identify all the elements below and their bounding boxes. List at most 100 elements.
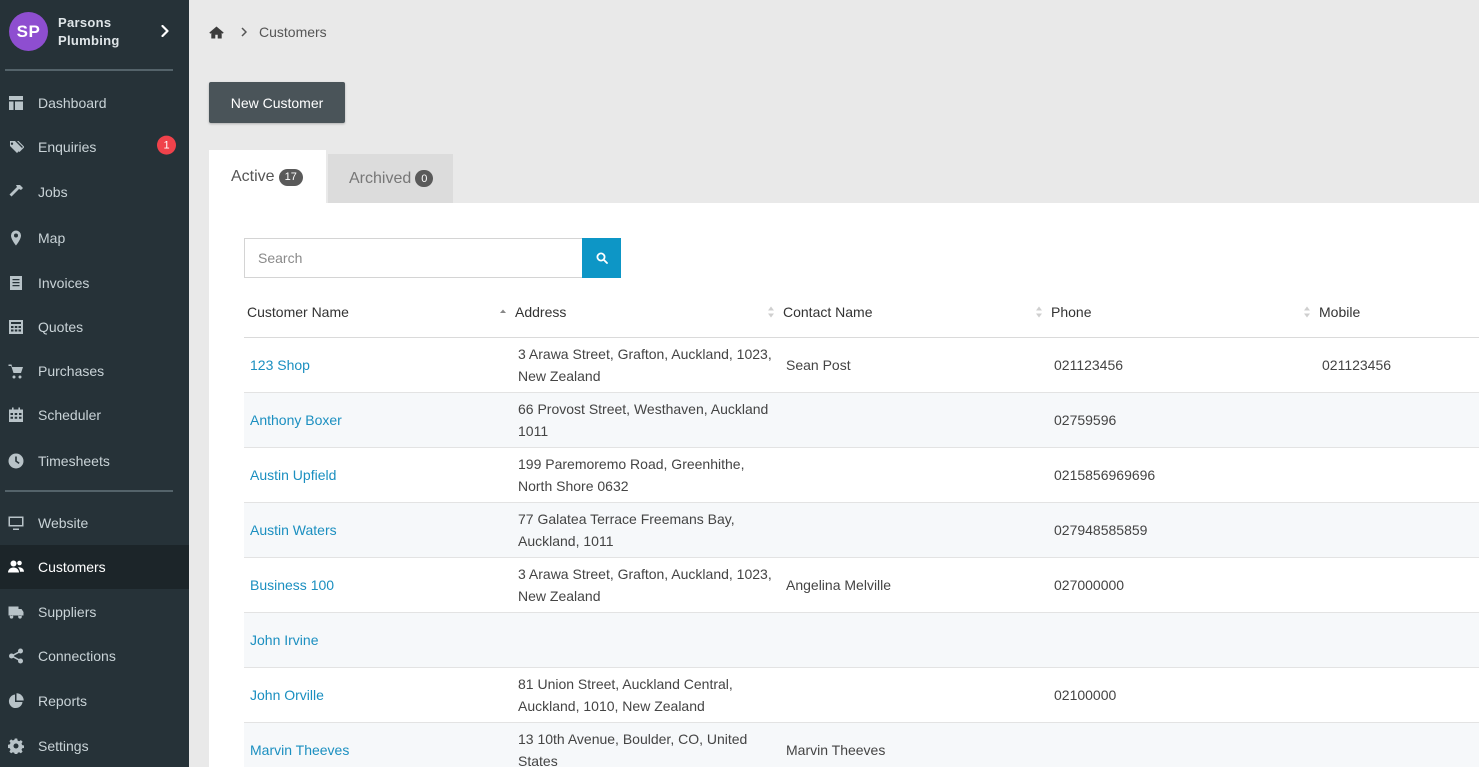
dashboard-icon [8,95,24,111]
sort-icon[interactable] [767,305,775,319]
tab-count-badge: 17 [278,168,303,186]
tab-active[interactable]: Active 17 [209,150,326,204]
sidebar-item-map[interactable]: Map [0,216,189,260]
breadcrumb: Customers [209,22,327,42]
truck-icon [8,604,24,620]
sidebar-item-jobs[interactable]: Jobs [0,170,189,214]
sidebar-item-label: Connections [38,648,116,664]
sidebar-item-settings[interactable]: Settings [0,724,189,767]
phone-cell: 02759596 [1054,412,1117,428]
customer-name-link[interactable]: John Orville [250,668,324,722]
sidebar-item-label: Reports [38,693,88,709]
sidebar-divider [5,69,173,71]
calculator-icon [8,319,24,335]
contact-name-cell: Marvin Theeves [786,742,886,758]
table-row[interactable]: Business 100 3 Arawa Street, Grafton, Au… [244,558,1479,613]
search-button[interactable] [582,238,621,278]
customer-name-link[interactable]: 123 Shop [250,338,310,392]
pie-chart-icon [8,693,24,709]
column-header-address[interactable]: Address [515,302,566,322]
company-name: Parsons Plumbing [58,15,120,48]
hammer-icon [8,184,24,200]
column-header-phone[interactable]: Phone [1051,302,1091,322]
sort-ascending-icon[interactable] [499,305,507,319]
address-cell: 13 10th Avenue, Boulder, CO, United Stat… [518,731,748,767]
address-cell: 3 Arawa Street, Grafton, Auckland, 1023,… [518,346,772,384]
address-cell: 3 Arawa Street, Grafton, Auckland, 1023,… [518,566,772,604]
table-row[interactable]: John Irvine [244,613,1479,668]
customer-name-link[interactable]: Austin Upfield [250,448,336,502]
sidebar-item-invoices[interactable]: Invoices [0,261,189,305]
phone-cell: 027948585859 [1054,522,1148,538]
sidebar-item-label: Scheduler [38,407,102,423]
contact-name-cell: Angelina Melville [786,577,892,593]
sidebar-item-quotes[interactable]: Quotes [0,305,189,349]
sidebar-item-label: Website [38,515,89,531]
share-icon [8,648,24,664]
search-input[interactable] [244,238,583,278]
sidebar-item-label: Invoices [38,275,90,291]
sidebar-item-website[interactable]: Website [0,501,189,545]
mobile-cell: 021123456 [1322,357,1392,373]
table-row[interactable]: Austin Upfield 199 Paremoremo Road, Gree… [244,448,1479,503]
sidebar-item-label: Timesheets [38,453,110,469]
users-icon [8,559,24,575]
chevron-right-icon[interactable] [158,20,172,42]
table-row[interactable]: Anthony Boxer 66 Provost Street, Westhav… [244,393,1479,448]
address-cell: 66 Provost Street, Westhaven, Auckland 1… [518,401,769,439]
sidebar-item-connections[interactable]: Connections [0,634,189,678]
map-marker-icon [8,230,24,246]
column-header-contact-name[interactable]: Contact Name [783,302,872,322]
sidebar-item-timesheets[interactable]: Timesheets [0,439,189,483]
table-row[interactable]: Austin Waters 77 Galatea Terrace Freeman… [244,503,1479,558]
sidebar-item-dashboard[interactable]: Dashboard [0,81,189,125]
table-row[interactable]: 123 Shop 3 Arawa Street, Grafton, Auckla… [244,338,1479,393]
breadcrumb-current: Customers [259,24,327,40]
sidebar-item-customers[interactable]: Customers [0,545,189,589]
search-icon [596,252,608,264]
column-header-customer-name[interactable]: Customer Name [247,302,349,322]
address-cell: 199 Paremoremo Road, Greenhithe, North S… [518,456,745,494]
phone-cell: 0215856969696 [1054,467,1156,483]
customer-name-link[interactable]: Business 100 [250,558,334,612]
home-icon[interactable] [209,24,225,40]
sidebar-item-label: Dashboard [38,95,107,111]
sidebar: SP Parsons Plumbing Dashboard Enquiries … [0,0,189,767]
sidebar-item-label: Map [38,230,66,246]
notification-badge: 1 [157,135,176,155]
new-customer-button[interactable]: New Customer [209,82,345,123]
tab-archived[interactable]: Archived 0 [328,154,453,203]
column-header-mobile[interactable]: Mobile [1319,302,1360,322]
table-row[interactable]: Marvin Theeves 13 10th Avenue, Boulder, … [244,723,1479,767]
sidebar-item-label: Suppliers [38,604,97,620]
monitor-icon [8,515,24,531]
customer-name-link[interactable]: Austin Waters [250,503,337,557]
phone-cell: 02100000 [1054,687,1117,703]
gear-icon [8,738,24,754]
avatar: SP [9,12,48,51]
sidebar-item-label: Quotes [38,319,84,335]
sidebar-item-reports[interactable]: Reports [0,679,189,723]
sidebar-item-purchases[interactable]: Purchases [0,349,189,393]
tab-label: Active [231,168,275,185]
sidebar-item-label: Enquiries [38,139,97,155]
sidebar-item-enquiries[interactable]: Enquiries 1 [0,125,189,169]
sidebar-item-label: Customers [38,559,106,575]
tab-label: Archived [349,169,412,187]
table-row[interactable]: John Orville 81 Union Street, Auckland C… [244,668,1479,723]
sidebar-item-scheduler[interactable]: Scheduler [0,393,189,437]
brand-switcher[interactable]: SP Parsons Plumbing [0,0,189,70]
customer-name-link[interactable]: John Irvine [250,613,318,667]
sidebar-item-suppliers[interactable]: Suppliers [0,590,189,634]
tab-count-badge: 0 [415,170,434,187]
contact-name-cell: Sean Post [786,357,851,373]
sidebar-divider [5,490,173,492]
customer-name-link[interactable]: Marvin Theeves [250,723,349,767]
chevron-right-icon [241,25,249,39]
sort-icon[interactable] [1303,305,1311,319]
sort-icon[interactable] [1035,305,1043,319]
customer-name-link[interactable]: Anthony Boxer [250,393,342,447]
tags-icon [8,139,24,155]
sidebar-item-label: Settings [38,738,89,754]
cart-icon [8,363,24,379]
